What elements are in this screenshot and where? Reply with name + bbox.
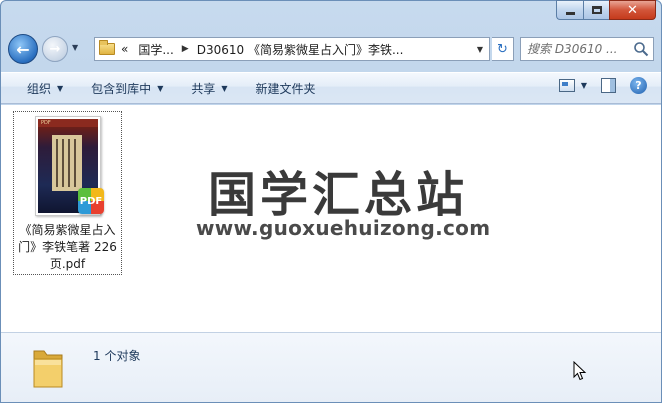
minimize-icon: [565, 11, 575, 15]
command-bar-right: ▼ ?: [558, 77, 647, 94]
watermark-url: www.guoxuehuizong.com: [196, 216, 491, 240]
search-input[interactable]: [527, 42, 633, 56]
search-box[interactable]: [520, 37, 654, 61]
maximize-button[interactable]: [583, 0, 609, 20]
include-in-library-menu[interactable]: 包含到库中 ▼: [77, 76, 177, 100]
close-button[interactable]: ✕: [609, 0, 656, 20]
address-bar[interactable]: « 国学... ▶ D30610 《简易紫微星占入门》李铁... ▼: [94, 37, 490, 61]
close-icon: ✕: [627, 2, 638, 18]
pdf-badge-icon: PDF: [78, 188, 104, 214]
file-list-area[interactable]: PDF PDF 《简易紫微星占入门》李铁笔著 226页.pdf 国学汇总站 ww…: [1, 105, 661, 332]
file-name[interactable]: 《简易紫微星占入门》李铁笔著 226页.pdf: [14, 222, 121, 273]
recent-pages-dropdown[interactable]: ▼: [72, 43, 78, 52]
search-icon[interactable]: [633, 41, 649, 57]
chevron-down-icon: ▼: [57, 83, 64, 93]
window-caption-buttons: ✕: [556, 0, 656, 20]
address-dropdown-icon[interactable]: ▼: [477, 45, 483, 54]
maximize-icon: [591, 6, 602, 14]
new-folder-label: 新建文件夹: [255, 81, 316, 96]
status-item-count: 1 个对象: [93, 349, 141, 363]
breadcrumb-item[interactable]: 国学...: [138, 41, 173, 58]
minimize-button[interactable]: [556, 0, 583, 20]
breadcrumb-overflow[interactable]: «: [121, 42, 128, 56]
cover-strip: PDF: [38, 119, 98, 127]
refresh-icon: ↻: [497, 41, 508, 57]
command-bar: 组织 ▼ 包含到库中 ▼ 共享 ▼ 新建文件夹 ▼ ?: [1, 72, 661, 104]
view-options-dropdown-icon[interactable]: ▼: [581, 81, 587, 90]
folder-icon: [33, 350, 63, 388]
forward-button[interactable]: →: [42, 36, 68, 62]
help-icon[interactable]: ?: [630, 77, 647, 94]
organize-menu[interactable]: 组织 ▼: [1, 76, 77, 100]
watermark-title: 国学汇总站: [208, 167, 469, 223]
include-library-label: 包含到库中: [91, 81, 152, 96]
folder-icon: [99, 40, 115, 55]
share-menu[interactable]: 共享 ▼: [177, 76, 241, 100]
breadcrumb-separator-icon[interactable]: ▶: [182, 44, 189, 54]
mouse-pointer-icon: [573, 361, 587, 381]
view-options-icon[interactable]: [558, 79, 575, 92]
organize-label: 组织: [27, 81, 52, 96]
new-folder-button[interactable]: 新建文件夹: [242, 76, 330, 100]
back-button[interactable]: ←: [8, 34, 38, 64]
refresh-button[interactable]: ↻: [492, 37, 514, 61]
chevron-down-icon: ▼: [221, 83, 228, 93]
chevron-down-icon: ▼: [157, 83, 164, 93]
navigation-bar: ← → ▼ « 国学... ▶ D30610 《简易紫微星占入门》李铁... ▼…: [8, 33, 654, 65]
details-pane: 1 个对象: [1, 332, 661, 402]
forward-arrow-icon: →: [49, 41, 61, 57]
file-item[interactable]: PDF PDF 《简易紫微星占入门》李铁笔著 226页.pdf: [13, 111, 122, 275]
share-label: 共享: [191, 81, 216, 96]
breadcrumb-current[interactable]: D30610 《简易紫微星占入门》李铁...: [197, 41, 404, 58]
preview-pane-icon[interactable]: [601, 78, 616, 93]
back-arrow-icon: ←: [16, 39, 30, 59]
